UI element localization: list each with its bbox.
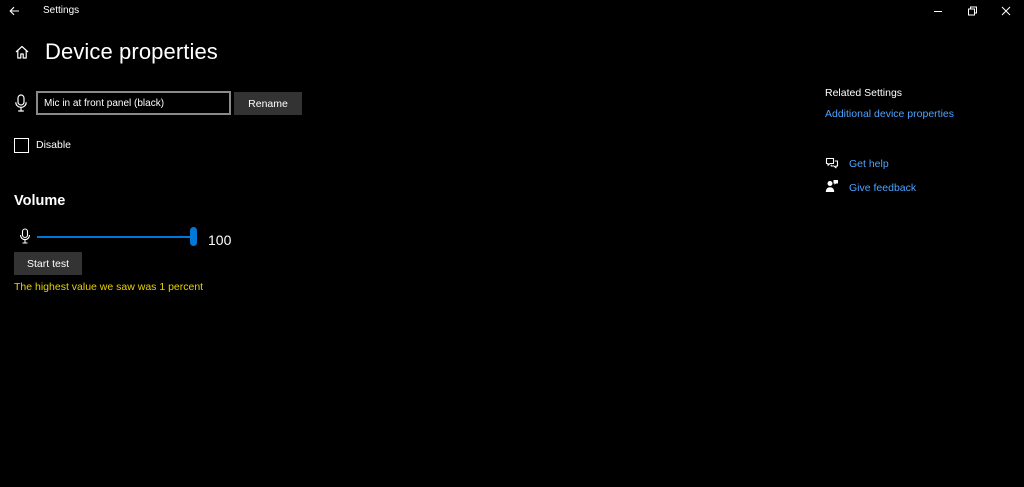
close-button[interactable] <box>997 2 1015 20</box>
settings-window: Settings Device properties Rename <box>0 0 1024 487</box>
give-feedback-link[interactable]: Give feedback <box>849 182 916 194</box>
device-name-input[interactable] <box>36 91 231 115</box>
close-icon <box>1001 6 1011 16</box>
related-settings-heading: Related Settings <box>825 87 903 99</box>
title-bar: Settings <box>0 0 1024 22</box>
rename-button[interactable]: Rename <box>234 92 302 115</box>
volume-slider-thumb[interactable] <box>190 227 197 246</box>
volume-heading: Volume <box>14 193 66 209</box>
minimize-icon <box>934 11 942 12</box>
additional-device-properties-link[interactable]: Additional device properties <box>825 108 954 120</box>
minimize-button[interactable] <box>929 2 947 20</box>
get-help-link[interactable]: Get help <box>849 158 889 170</box>
restore-button[interactable] <box>963 2 981 20</box>
home-button[interactable] <box>14 44 30 60</box>
volume-slider[interactable] <box>37 227 197 247</box>
start-test-button[interactable]: Start test <box>14 252 82 275</box>
volume-microphone-icon <box>19 228 31 244</box>
volume-slider-track <box>37 236 194 238</box>
volume-value: 100 <box>208 232 232 248</box>
page-title: Device properties <box>45 39 218 64</box>
microphone-icon <box>15 94 27 112</box>
window-title: Settings <box>43 5 80 16</box>
test-result-text: The highest value we saw was 1 percent <box>14 281 204 293</box>
disable-label: Disable <box>36 139 72 151</box>
restore-icon <box>968 6 977 16</box>
back-button[interactable] <box>6 2 24 20</box>
chat-help-icon <box>825 157 839 169</box>
back-arrow-icon <box>9 6 19 16</box>
home-icon <box>15 45 29 59</box>
feedback-icon <box>825 180 838 192</box>
disable-checkbox[interactable] <box>14 138 29 153</box>
